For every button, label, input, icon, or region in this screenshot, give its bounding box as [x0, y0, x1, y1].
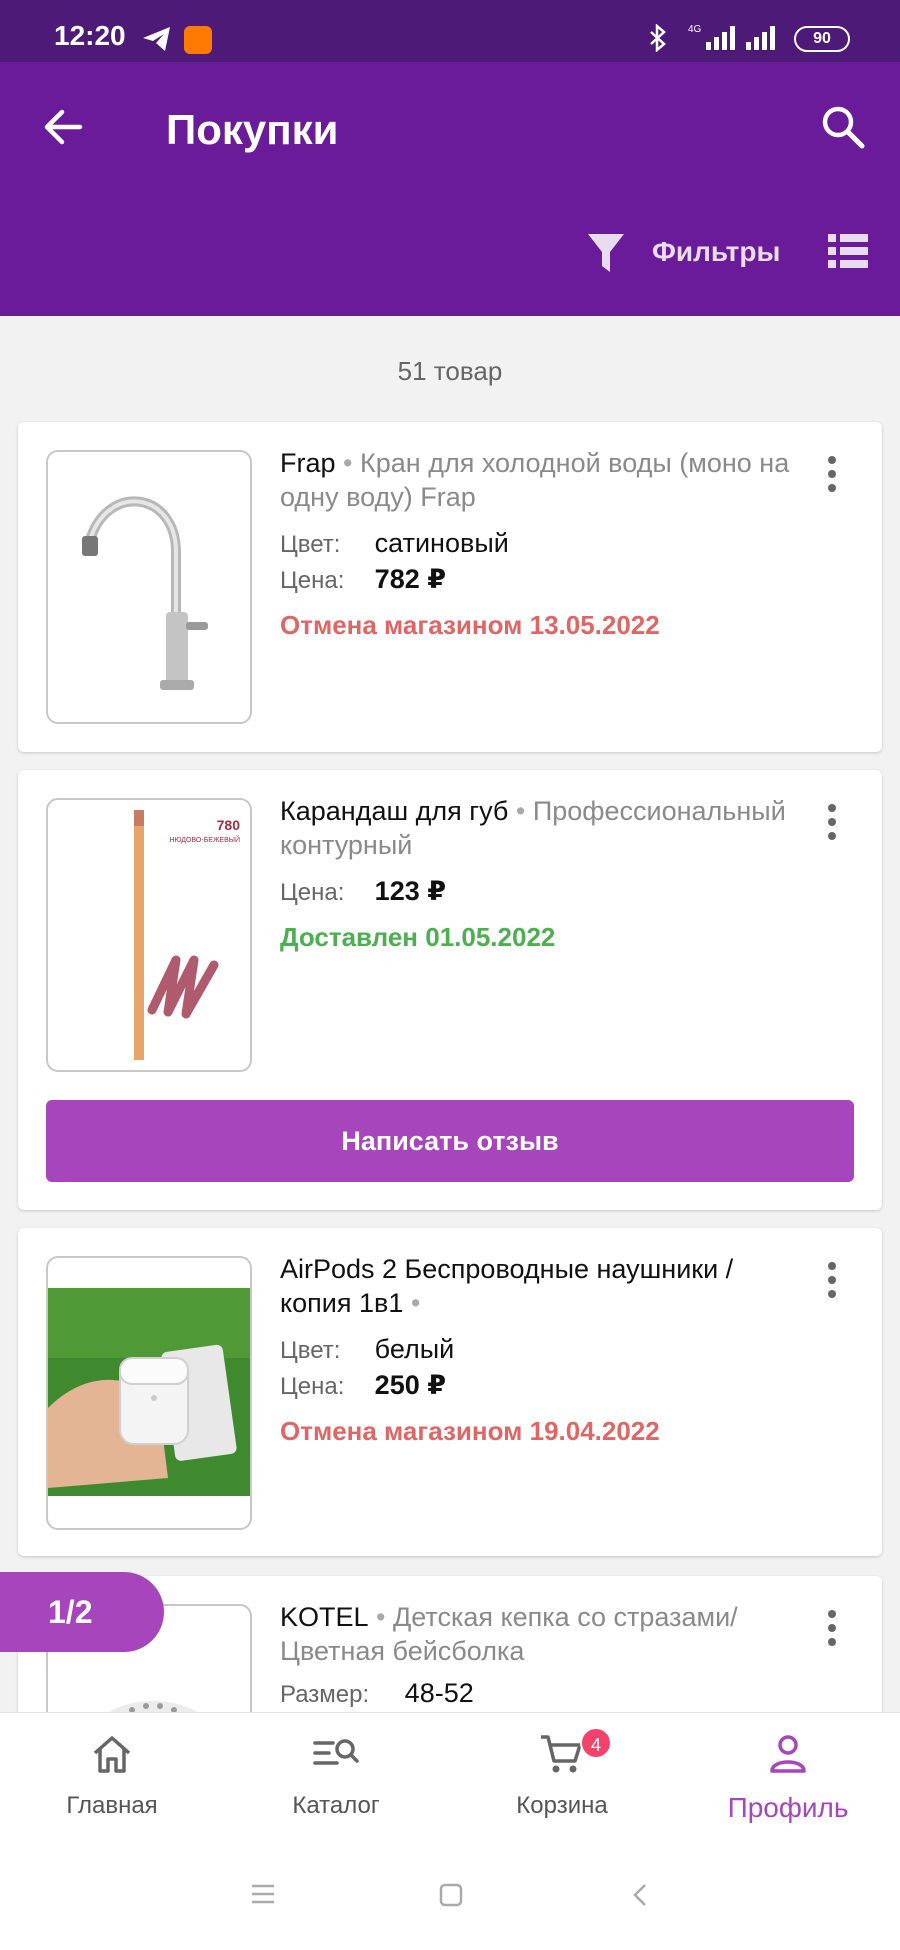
product-image: [46, 1256, 252, 1530]
list-view-icon[interactable]: [828, 234, 868, 273]
order-card[interactable]: Frap • Кран для холодной воды (моно на о…: [18, 422, 882, 752]
product-title: Карандаш для губ • Профессиональный конт…: [280, 794, 800, 862]
app-notification-icon: [184, 26, 212, 54]
color-row: Цвет: сатиновый: [280, 528, 800, 560]
price-value: 123 ₽: [374, 876, 447, 906]
product-brand: Карандаш для губ: [280, 796, 509, 826]
color-value: сатиновый: [374, 528, 509, 558]
cart-badge: 4: [580, 1727, 612, 1759]
menu-icon[interactable]: [250, 1882, 276, 1911]
catalog-search-icon: [313, 1739, 359, 1765]
back-icon[interactable]: [630, 1882, 650, 1913]
order-card[interactable]: 780 НЮДОВО-БЕЖЕВЫЙ Карандаш для губ • Пр…: [18, 770, 882, 1210]
battery-icon: 90: [794, 26, 850, 52]
price-label: Цена:: [280, 567, 345, 594]
price-value: 782 ₽: [374, 564, 447, 594]
product-image: 780 НЮДОВО-БЕЖЕВЫЙ: [46, 798, 252, 1072]
nav-cart[interactable]: 4 Корзина: [472, 1727, 652, 1820]
nav-catalog-label: Каталог: [292, 1792, 380, 1819]
filter-icon[interactable]: [586, 232, 626, 281]
order-status: Отмена магазином 19.04.2022: [280, 1416, 660, 1446]
status-bar: 12:20 4G 90: [0, 0, 900, 62]
nav-catalog[interactable]: Каталог: [246, 1731, 426, 1820]
write-review-button[interactable]: Написать отзыв: [46, 1100, 854, 1182]
product-info: Frap • Кран для холодной воды (моно на о…: [280, 446, 800, 641]
product-info: KOTEL • Детская кепка со стразами/Цветна…: [280, 1600, 800, 1710]
filters-button[interactable]: Фильтры: [652, 236, 780, 268]
items-count: 51 товар: [397, 356, 503, 386]
more-options-icon[interactable]: [828, 1610, 838, 1652]
price-value: 250 ₽: [374, 1370, 447, 1400]
separator-dot: •: [410, 1288, 421, 1318]
order-card[interactable]: AirPods 2 Беспроводные наушники / копия …: [18, 1228, 882, 1556]
separator-dot: •: [376, 1602, 386, 1632]
more-options-icon[interactable]: [828, 1262, 838, 1304]
product-title: KOTEL • Детская кепка со стразами/Цветна…: [280, 1600, 800, 1668]
product-title: Frap • Кран для холодной воды (моно на о…: [280, 446, 800, 514]
color-label: Цвет:: [280, 531, 341, 558]
size-label: Размер:: [280, 1681, 370, 1708]
nav-home[interactable]: Главная: [22, 1731, 202, 1820]
color-value: белый: [374, 1334, 455, 1364]
back-arrow-icon[interactable]: [40, 104, 86, 155]
product-info: AirPods 2 Беспроводные наушники / копия …: [280, 1252, 800, 1447]
bluetooth-icon: [648, 23, 668, 59]
size-value: 48-52: [404, 1678, 474, 1708]
size-row: Размер: 48-52: [280, 1678, 800, 1710]
thumb-shade-name: НЮДОВО-БЕЖЕВЫЙ: [169, 835, 240, 844]
separator-dot: •: [343, 448, 353, 478]
more-options-icon[interactable]: [828, 804, 838, 846]
product-description: Кран для холодной воды (моно на одну вод…: [280, 448, 790, 512]
thumb-shade-number: 780: [217, 817, 241, 833]
cart-icon: [541, 1735, 582, 1773]
signal-4g-icon: 4G: [688, 22, 742, 57]
page-title: Покупки: [166, 106, 339, 153]
product-brand: Frap: [280, 448, 336, 478]
price-label: Цена:: [280, 1373, 345, 1400]
more-options-icon[interactable]: [828, 456, 838, 498]
signal-icon: [746, 22, 782, 57]
search-icon[interactable]: [820, 104, 866, 155]
separator-dot: •: [515, 796, 526, 826]
status-time: 12:20: [54, 20, 126, 51]
color-label: Цвет:: [280, 1337, 341, 1364]
color-row: Цвет: белый: [280, 1334, 800, 1366]
home-icon: [93, 1736, 131, 1773]
price-row: Цена: 123 ₽: [280, 876, 800, 908]
price-row: Цена: 782 ₽: [280, 564, 800, 596]
order-status: Доставлен 01.05.2022: [280, 922, 556, 952]
order-status: Отмена магазином 13.05.2022: [280, 610, 660, 640]
profile-icon: [770, 1735, 806, 1773]
price-label: Цена:: [280, 879, 345, 906]
svg-text:4G: 4G: [688, 24, 702, 35]
app-bar: Покупки Фильтры: [0, 62, 900, 316]
nav-profile[interactable]: Профиль: [698, 1731, 878, 1824]
product-brand: KOTEL: [280, 1602, 369, 1632]
nav-cart-label: Корзина: [516, 1792, 608, 1819]
nav-profile-label: Профиль: [727, 1792, 849, 1823]
page-indicator[interactable]: 1/2: [0, 1572, 164, 1652]
bottom-navigation: Главная Каталог 4 Корзина Профиль: [0, 1712, 900, 1842]
product-title: AirPods 2 Беспроводные наушники / копия …: [280, 1252, 800, 1320]
home-square-icon[interactable]: [438, 1882, 464, 1913]
nav-home-label: Главная: [66, 1792, 158, 1819]
product-brand: AirPods 2 Беспроводные наушники / копия …: [280, 1254, 734, 1318]
product-image: [46, 450, 252, 724]
telegram-icon: [142, 26, 172, 57]
system-navigation: [0, 1842, 900, 1950]
price-row: Цена: 250 ₽: [280, 1370, 800, 1402]
product-info: Карандаш для губ • Профессиональный конт…: [280, 794, 800, 953]
